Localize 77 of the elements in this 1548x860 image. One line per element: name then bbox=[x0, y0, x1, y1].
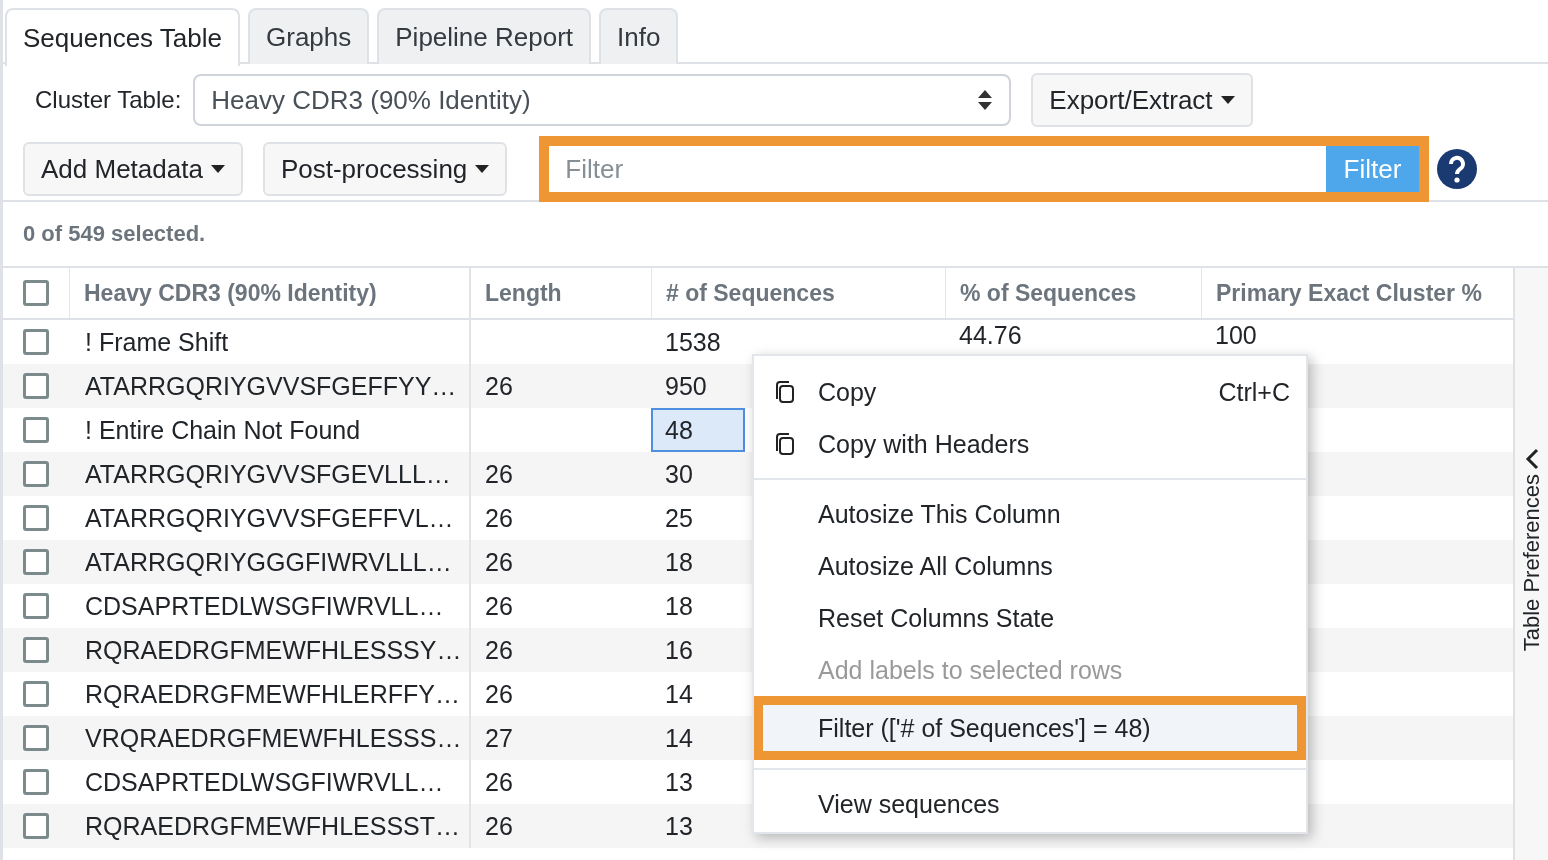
table-cell[interactable]: 14 bbox=[651, 672, 745, 716]
menu-item[interactable]: Autosize This Column bbox=[754, 488, 1306, 540]
table-cell[interactable]: 30 bbox=[651, 452, 745, 496]
cluster-table-label: Cluster Table: bbox=[35, 86, 182, 114]
table-cell: 26 bbox=[485, 503, 513, 533]
table-cell: ! Entire Chain Not Found bbox=[85, 415, 361, 445]
tab[interactable]: Sequences Table bbox=[5, 8, 240, 66]
menu-item[interactable]: Filter (['# of Sequences'] = 48) bbox=[754, 696, 1306, 760]
table-cell: RQRAEDRGFMEWFHLESSSY… bbox=[85, 635, 462, 665]
table-cell: 27 bbox=[485, 723, 513, 753]
table-cell: ATARRGQRIYGVVSFGEFFYY… bbox=[85, 371, 457, 401]
checkbox[interactable] bbox=[23, 373, 49, 399]
checkbox[interactable] bbox=[23, 681, 49, 707]
selection-count: 0 of 549 selected. bbox=[23, 221, 206, 247]
table-cell[interactable]: 14 bbox=[651, 716, 745, 760]
tab[interactable]: Graphs bbox=[248, 8, 370, 64]
table-cell: ! Frame Shift bbox=[85, 327, 229, 357]
table-cell: 26 bbox=[485, 811, 513, 841]
checkbox[interactable] bbox=[23, 813, 49, 839]
table-cell: 26 bbox=[485, 679, 513, 709]
table-cell[interactable]: 18 bbox=[651, 540, 745, 584]
checkbox[interactable] bbox=[23, 549, 49, 575]
checkbox[interactable] bbox=[23, 461, 49, 487]
table-cell: 26 bbox=[485, 767, 513, 797]
column-header[interactable]: # of Sequences bbox=[666, 279, 835, 307]
cluster-table-select[interactable]: Heavy CDR3 (90% Identity) bbox=[193, 74, 1012, 126]
dropdown-button[interactable]: Post-processing bbox=[262, 142, 508, 196]
sort-arrows-icon bbox=[977, 89, 994, 111]
tab[interactable]: Info bbox=[599, 8, 679, 64]
checkbox[interactable] bbox=[23, 769, 49, 795]
menu-item[interactable]: Reset Columns State bbox=[754, 592, 1306, 644]
tab[interactable]: Pipeline Report bbox=[377, 8, 592, 64]
menu-item[interactable]: View sequences bbox=[754, 778, 1306, 830]
checkbox[interactable] bbox=[23, 725, 49, 751]
caret-icon bbox=[1220, 96, 1235, 104]
menu-item[interactable]: Copy Ctrl+C bbox=[754, 366, 1306, 418]
table-cell: ATARRGQRIYGVVSFGEVLLL… bbox=[85, 459, 451, 489]
chevron-left-icon bbox=[1523, 448, 1540, 470]
table-cell: 26 bbox=[485, 591, 513, 621]
table-cell[interactable]: 13 bbox=[651, 760, 745, 804]
column-header[interactable]: Heavy CDR3 (90% Identity) bbox=[84, 279, 377, 307]
table-cell[interactable]: 18 bbox=[651, 584, 745, 628]
checkbox[interactable] bbox=[23, 417, 49, 443]
table-cell: ATARRGQRIYGVVSFGEFFVL… bbox=[85, 503, 454, 533]
export-extract-button[interactable]: Export/Extract bbox=[1031, 73, 1253, 127]
menu-item[interactable]: Autosize All Columns bbox=[754, 540, 1306, 592]
table-cell: 26 bbox=[485, 371, 513, 401]
table-cell: 26 bbox=[485, 459, 513, 489]
table-cell[interactable]: 950 bbox=[651, 364, 745, 408]
table-cell[interactable]: 16 bbox=[651, 628, 745, 672]
table-cell: 44.76 bbox=[959, 323, 1022, 348]
column-header[interactable]: Primary Exact Cluster % bbox=[1216, 279, 1482, 307]
table-cell: 100 bbox=[1215, 323, 1257, 348]
checkbox[interactable] bbox=[23, 505, 49, 531]
menu-item[interactable]: Copy with Headers bbox=[754, 418, 1306, 470]
table-cell[interactable]: 13 bbox=[651, 804, 745, 848]
caret-icon bbox=[210, 165, 225, 173]
checkbox[interactable] bbox=[23, 593, 49, 619]
help-icon[interactable] bbox=[1437, 149, 1478, 189]
checkbox[interactable] bbox=[23, 329, 49, 355]
table-cell: ATARRGQRIYGGGFIWRVLLL… bbox=[85, 547, 452, 577]
table-cell: VRQRAEDRGFMEWFHLESSS… bbox=[85, 723, 462, 753]
table-cell: RQRAEDRGFMEWFHLERFFY… bbox=[85, 679, 460, 709]
table-cell[interactable]: 1538 bbox=[651, 320, 745, 364]
column-header[interactable]: Length bbox=[485, 279, 562, 307]
table-cell: CDSAPRTEDLWSGFIWRVLL… bbox=[85, 591, 444, 621]
table-cell: 26 bbox=[485, 547, 513, 577]
column-header[interactable]: % of Sequences bbox=[960, 279, 1137, 307]
table-cell: CDSAPRTEDLWSGFIWRVLL… bbox=[85, 767, 444, 797]
caret-icon bbox=[475, 165, 490, 173]
table-cell: 26 bbox=[485, 635, 513, 665]
table-cell[interactable]: 25 bbox=[651, 496, 745, 540]
dropdown-button[interactable]: Add Metadata bbox=[23, 142, 243, 196]
table-cell: RQRAEDRGFMEWFHLESSST… bbox=[85, 811, 461, 841]
checkbox[interactable] bbox=[23, 280, 49, 306]
checkbox[interactable] bbox=[23, 637, 49, 663]
table-cell[interactable]: 48 bbox=[651, 408, 745, 452]
